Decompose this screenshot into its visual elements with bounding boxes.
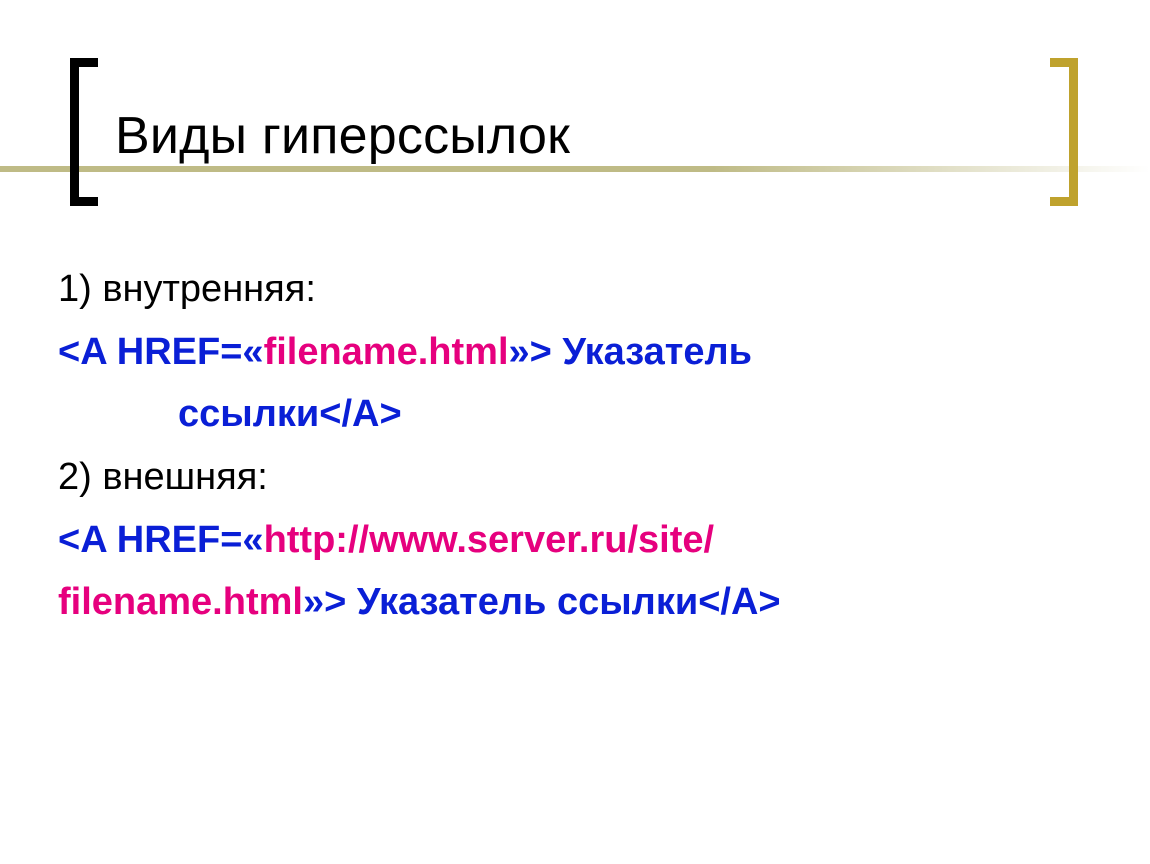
page-title: Виды гиперссылок	[115, 106, 570, 166]
tag-mid: »> Указатель	[509, 331, 752, 373]
filename: filename.html	[264, 331, 509, 373]
item-2-code-line1: <A HREF=«http://www.server.ru/site/	[58, 509, 1098, 572]
slide-body: 1) внутренняя: <A HREF=«filename.html»> …	[58, 258, 1098, 634]
item-1-code-line1: <A HREF=«filename.html»> Указатель	[58, 321, 1098, 384]
title-bracket-right	[1050, 58, 1078, 206]
item-2-label: 2) внешняя:	[58, 446, 1098, 509]
tag-open: <A HREF=«	[58, 331, 264, 373]
tag-close: </A>	[319, 393, 401, 435]
link-text: ссылки	[178, 393, 319, 435]
item-1-code-line2: ссылки</A>	[58, 383, 1098, 446]
tag-open: <A HREF=«	[58, 519, 264, 561]
tag-close: </A>	[698, 581, 780, 623]
url: http://www.server.ru/site/	[264, 519, 715, 561]
horizontal-rule	[0, 166, 1150, 172]
filename: filename.html	[58, 581, 303, 623]
item-2-code-line2: filename.html»> Указатель ссылки</A>	[58, 571, 1098, 634]
title-bracket-left	[70, 58, 98, 206]
tag-mid: »> Указатель ссылки	[303, 581, 698, 623]
item-1-label: 1) внутренняя:	[58, 258, 1098, 321]
slide: Виды гиперссылок 1) внутренняя: <A HREF=…	[0, 0, 1150, 864]
